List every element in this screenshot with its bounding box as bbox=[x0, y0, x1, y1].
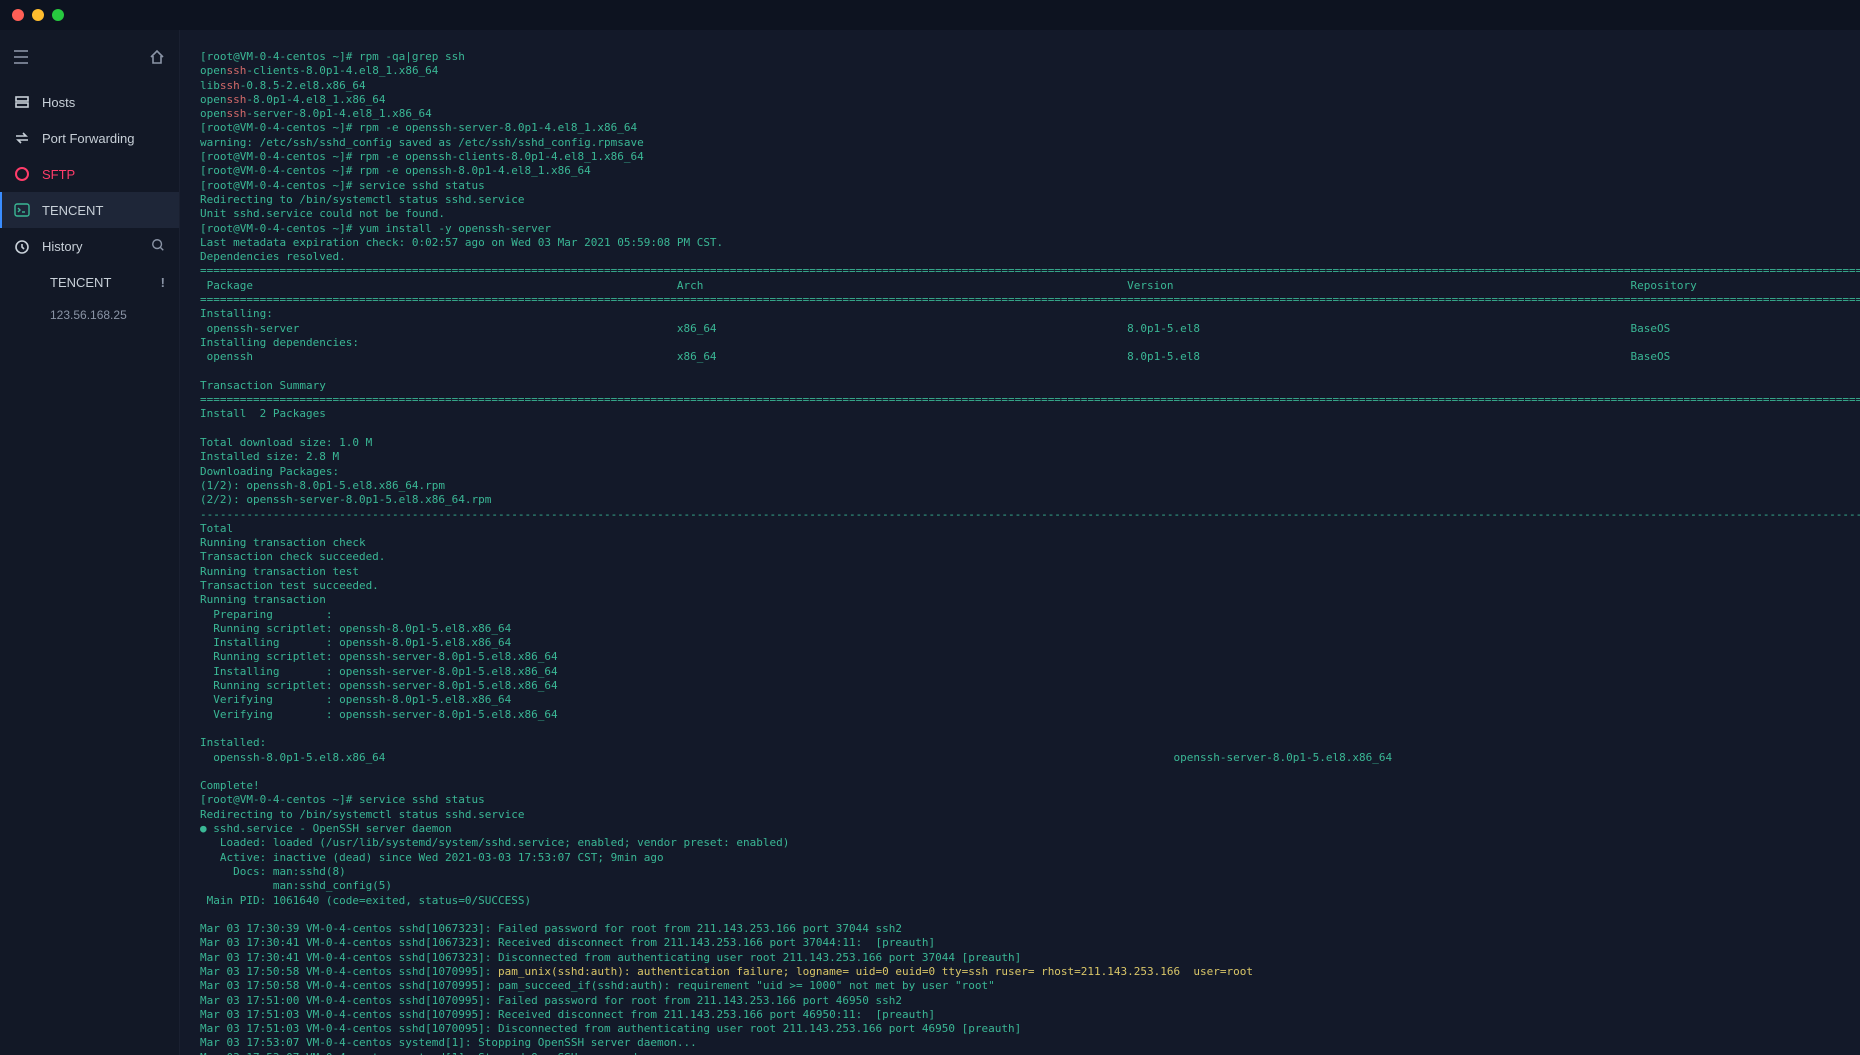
term-line: [root@VM-0-4-centos ~]# rpm -qa|grep ssh bbox=[200, 50, 465, 63]
hosts-icon bbox=[14, 94, 30, 110]
history-tencent-label: TENCENT bbox=[50, 275, 149, 290]
term-line: Mar 03 17:51:03 VM-0-4-centos sshd[10700… bbox=[200, 1022, 1021, 1035]
term-line: Downloading Packages: bbox=[200, 465, 339, 478]
term-line: Mar 03 17:30:41 VM-0-4-centos sshd[10673… bbox=[200, 936, 935, 949]
term-line: Installed size: 2.8 M bbox=[200, 450, 339, 463]
term-line: Docs: man:sshd(8) bbox=[200, 865, 346, 878]
term-sep: ========================================… bbox=[200, 293, 1860, 306]
term-line: Preparing : bbox=[200, 608, 1860, 621]
nav-sftp[interactable]: SFTP bbox=[0, 156, 179, 192]
term-line: Transaction Summary bbox=[200, 379, 326, 392]
term-line: Total download size: 1.0 M bbox=[200, 436, 372, 449]
term-dash: ----------------------------------------… bbox=[200, 508, 1860, 521]
sidebar-top bbox=[0, 38, 179, 78]
portfwd-icon bbox=[14, 130, 30, 146]
term-line: Installed: bbox=[200, 736, 266, 749]
history-ip-label: 123.56.168.25 bbox=[50, 308, 127, 322]
term-line: Mar 03 17:30:39 VM-0-4-centos sshd[10673… bbox=[200, 922, 902, 935]
term-line: Redirecting to /bin/systemctl status ssh… bbox=[200, 808, 525, 821]
titlebar bbox=[0, 0, 1860, 30]
nav-history[interactable]: History bbox=[0, 228, 179, 265]
term-line: Dependencies resolved. bbox=[200, 250, 346, 263]
sftp-icon bbox=[14, 166, 30, 182]
term-line: Installing : openssh-server-8.0p1-5.el8.… bbox=[200, 665, 1860, 678]
term-line: Verifying : openssh-8.0p1-5.el8.x86_64 bbox=[200, 693, 1860, 706]
term-line: [root@VM-0-4-centos ~]# rpm -e openssh-s… bbox=[200, 121, 637, 134]
term-line: ● sshd.service - OpenSSH server daemon bbox=[200, 822, 452, 835]
term-header: Package Arch Version bbox=[200, 279, 1860, 292]
warning-icon: ! bbox=[161, 275, 165, 290]
term-line: Running scriptlet: openssh-8.0p1-5.el8.x… bbox=[200, 622, 1860, 635]
term-line: Loaded: loaded (/usr/lib/systemd/system/… bbox=[200, 836, 789, 849]
tab-tencent[interactable]: TENCENT bbox=[0, 192, 179, 228]
term-line: Installing dependencies: bbox=[200, 336, 359, 349]
term-line: Last metadata expiration check: 0:02:57 … bbox=[200, 236, 723, 249]
term-line: Mar 03 17:51:00 VM-0-4-centos sshd[10709… bbox=[200, 994, 902, 1007]
term-line: (1/2): openssh-8.0p1-5.el8.x86_64.rpm bbox=[200, 479, 1860, 492]
term-line: Complete! bbox=[200, 779, 260, 792]
tab-tencent-label: TENCENT bbox=[42, 203, 165, 218]
term-line: [root@VM-0-4-centos ~]# service sshd sta… bbox=[200, 179, 485, 192]
term-line: Installing : openssh-8.0p1-5.el8.x86_64 bbox=[200, 636, 1860, 649]
term-line: Transaction test succeeded. bbox=[200, 579, 379, 592]
term-line: Verifying : openssh-server-8.0p1-5.el8.x… bbox=[200, 708, 1860, 721]
nav-hosts[interactable]: Hosts bbox=[0, 84, 179, 120]
nav-portfwd-label: Port Forwarding bbox=[42, 131, 165, 146]
history-icon bbox=[14, 239, 30, 255]
main-body: Hosts Port Forwarding SFTP TENCENT bbox=[0, 30, 1860, 1055]
term-line: openssh-8.0p1-4.el8_1.x86_64 bbox=[200, 93, 385, 106]
term-line: Running transaction test bbox=[200, 565, 359, 578]
term-line: Mar 03 17:50:58 VM-0-4-centos sshd[10709… bbox=[200, 979, 995, 992]
terminal[interactable]: [root@VM-0-4-centos ~]# rpm -qa|grep ssh… bbox=[180, 30, 1860, 1055]
app-window: Hosts Port Forwarding SFTP TENCENT bbox=[0, 0, 1860, 1055]
term-line: Transaction check succeeded. bbox=[200, 550, 385, 563]
term-line: Mar 03 17:50:58 VM-0-4-centos sshd[10709… bbox=[200, 965, 1253, 978]
term-line: Running scriptlet: openssh-server-8.0p1-… bbox=[200, 679, 1860, 692]
term-line: [root@VM-0-4-centos ~]# rpm -e openssh-c… bbox=[200, 150, 644, 163]
term-line: Redirecting to /bin/systemctl status ssh… bbox=[200, 193, 525, 206]
nav-hosts-label: Hosts bbox=[42, 95, 165, 110]
close-window-button[interactable] bbox=[12, 9, 24, 21]
history-ip[interactable]: 123.56.168.25 bbox=[0, 300, 179, 330]
term-line: Running transaction bbox=[200, 593, 326, 606]
term-line: (2/2): openssh-server-8.0p1-5.el8.x86_64… bbox=[200, 493, 1860, 506]
term-line: Mar 03 17:53:07 VM-0-4-centos systemd[1]… bbox=[200, 1036, 697, 1049]
term-line: [root@VM-0-4-centos ~]# yum install -y o… bbox=[200, 222, 551, 235]
term-line: libssh-0.8.5-2.el8.x86_64 bbox=[200, 79, 366, 92]
term-line: [root@VM-0-4-centos ~]# rpm -e openssh-8… bbox=[200, 164, 591, 177]
menu-icon[interactable] bbox=[14, 50, 32, 67]
nav-history-label: History bbox=[42, 239, 139, 254]
term-line: Total bbox=[200, 522, 1860, 535]
terminal-icon bbox=[14, 202, 30, 218]
term-line: Install 2 Packages bbox=[200, 407, 326, 420]
home-icon[interactable] bbox=[149, 49, 165, 68]
term-line: Unit sshd.service could not be found. bbox=[200, 207, 445, 220]
term-line: [root@VM-0-4-centos ~]# service sshd sta… bbox=[200, 793, 485, 806]
term-line: Running transaction check bbox=[200, 536, 366, 549]
nav-sftp-label: SFTP bbox=[42, 167, 165, 182]
term-line: Main PID: 1061640 (code=exited, status=0… bbox=[200, 894, 531, 907]
term-line: Installing: bbox=[200, 307, 273, 320]
sidebar: Hosts Port Forwarding SFTP TENCENT bbox=[0, 30, 180, 1055]
nav-portfwd[interactable]: Port Forwarding bbox=[0, 120, 179, 156]
term-line: openssh-8.0p1-5.el8.x86_64 openssh-serve… bbox=[200, 751, 1392, 764]
search-icon[interactable] bbox=[151, 238, 165, 255]
minimize-window-button[interactable] bbox=[32, 9, 44, 21]
term-line: openssh-server-8.0p1-4.el8_1.x86_64 bbox=[200, 107, 432, 120]
term-line: openssh-server x86_64 8.0p1-5.el8 bbox=[200, 322, 1860, 335]
term-line: openssh-clients-8.0p1-4.el8_1.x86_64 bbox=[200, 64, 438, 77]
term-sep: ========================================… bbox=[200, 264, 1860, 277]
term-line: Active: inactive (dead) since Wed 2021-0… bbox=[200, 851, 664, 864]
term-line: Mar 03 17:53:07 VM-0-4-centos systemd[1]… bbox=[200, 1051, 677, 1055]
term-sep: ========================================… bbox=[200, 393, 1860, 406]
term-line: man:sshd_config(5) bbox=[200, 879, 392, 892]
term-line: Mar 03 17:51:03 VM-0-4-centos sshd[10709… bbox=[200, 1008, 935, 1021]
term-line: openssh x86_64 8.0p1-5.el8 bbox=[200, 350, 1860, 363]
window-controls bbox=[12, 9, 64, 21]
term-line: Running scriptlet: openssh-server-8.0p1-… bbox=[200, 650, 1860, 663]
term-line: Mar 03 17:30:41 VM-0-4-centos sshd[10673… bbox=[200, 951, 1021, 964]
maximize-window-button[interactable] bbox=[52, 9, 64, 21]
term-line: warning: /etc/ssh/sshd_config saved as /… bbox=[200, 136, 644, 149]
history-tencent[interactable]: TENCENT ! bbox=[0, 265, 179, 300]
